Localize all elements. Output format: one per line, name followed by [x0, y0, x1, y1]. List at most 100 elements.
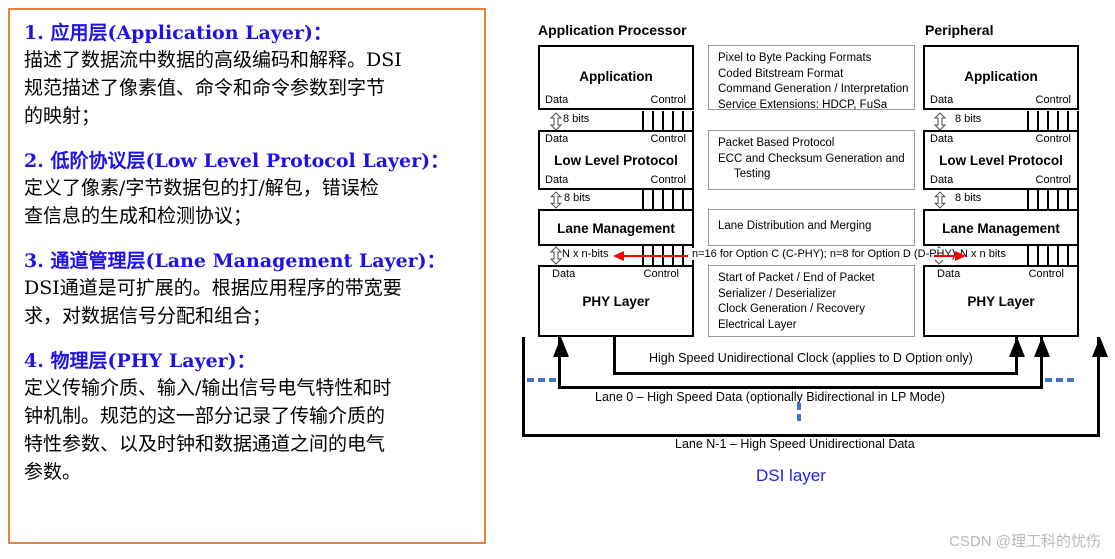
desc-line: Coded Bitstream Format — [718, 67, 844, 80]
control-bus-hatch — [1027, 190, 1079, 210]
layer-description-block-3: 3. 通道管理层(Lane Management Layer)： DSI通道是可… — [24, 248, 472, 330]
per-box-lane-management-title: Lane Management — [942, 221, 1060, 236]
dashed-hint-vertical — [797, 403, 801, 429]
bidirectional-arrow-icon — [934, 191, 946, 209]
control-bus-hatch — [642, 111, 694, 131]
pin-data-label: Data — [545, 133, 569, 145]
bidirectional-arrow-icon — [933, 112, 947, 131]
desc-line: Testing — [734, 168, 771, 180]
bottom-lane-label-laneN: Lane N-1 – High Speed Unidirectional Dat… — [675, 437, 915, 451]
pin-data-label: Data — [930, 94, 954, 106]
clock-wire-vertical-left — [613, 337, 616, 375]
layer-body-line: 特性参数、以及时钟和数据通道之间的电气 — [24, 433, 386, 455]
control-bus-hatch — [642, 190, 694, 210]
lane0-arrowhead-right-icon — [1034, 337, 1050, 357]
per-box-low-level-protocol: Data Control Low Level Protocol Data Con… — [923, 130, 1079, 190]
layer-body-line: 定义传输介质、输入/输出信号电气特性和时 — [24, 377, 392, 399]
clock-arrowhead-icon — [1009, 337, 1025, 357]
ap-box-phy-layer-title: PHY Layer — [582, 294, 650, 309]
connector-label-8bits-left-2: 8 bits — [564, 192, 591, 204]
layer-description-block-2: 2. 低阶协议层(Low Level Protocol Layer)： 定义了像… — [24, 148, 472, 230]
dsi-layer-diagram: Application Processor Peripheral Applica… — [500, 0, 1115, 559]
desc-box-low-level-protocol: Packet Based Protocol ECC and Checksum G… — [708, 130, 915, 190]
connector-label-8bits-right-2: 8 bits — [955, 192, 982, 204]
desc-line: Clock Generation / Recovery — [718, 303, 866, 315]
ap-box-low-level-protocol: Data Control Low Level Protocol Data Con… — [538, 130, 694, 190]
layer-body-line: 查信息的生成和检测协议； — [24, 205, 253, 227]
per-box-phy-layer-title: PHY Layer — [967, 294, 1035, 309]
layer-heading-3: 3. 通道管理层(Lane Management Layer)： — [24, 250, 446, 272]
layer-body-line: 描述了数据流中数据的高级编码和解释。DSI — [24, 49, 402, 71]
layer-heading-1: 1. 应用层(Application Layer)： — [24, 22, 332, 44]
desc-line: Packet Based Protocol — [718, 137, 835, 149]
desc-line: Command Generation / Interpretation — [718, 83, 909, 95]
layer-description-block-1: 1. 应用层(Application Layer)： 描述了数据流中数据的高级编… — [24, 20, 472, 130]
pin-control-label: Control — [650, 174, 686, 186]
ap-box-low-level-protocol-title: Low Level Protocol — [554, 153, 678, 168]
lane0-arrowhead-left-icon — [553, 337, 569, 357]
per-box-lane-management: Lane Management — [923, 209, 1079, 246]
dashed-hint-left — [527, 378, 562, 382]
control-bus-hatch — [1027, 246, 1079, 265]
pin-control-label: Control — [1035, 133, 1071, 145]
layer-body-line: 的映射； — [24, 105, 101, 127]
pin-control-label: Control — [650, 133, 686, 145]
pin-data-label: Data — [545, 94, 569, 106]
left-description-panel: 1. 应用层(Application Layer)： 描述了数据流中数据的高级编… — [8, 8, 486, 544]
layer-heading-4: 4. 物理层(PHY Layer)： — [24, 350, 256, 372]
column-title-application-processor: Application Processor — [538, 22, 687, 38]
laneN-wire-vertical-left — [522, 337, 525, 437]
ap-box-lane-management-title: Lane Management — [557, 221, 675, 236]
column-title-peripheral: Peripheral — [925, 22, 994, 38]
desc-line: Service Extensions: HDCP, FuSa — [718, 98, 888, 111]
control-bus-hatch — [1027, 111, 1079, 131]
connector-label-8bits-left-1: 8 bits — [563, 113, 590, 125]
desc-line: Lane Distribution and Merging — [718, 220, 872, 232]
pin-data-label: Data — [545, 174, 569, 186]
option-note-label: n=16 for Option C (C-PHY); n=8 for Optio… — [688, 248, 960, 260]
option-note-arrow-right-icon — [934, 251, 966, 261]
layer-body-line: DSI通道是可扩展的。根据应用程序的带宽要 — [24, 277, 402, 299]
pin-data-label: Data — [552, 268, 576, 280]
connector-label-8bits-right-1: 8 bits — [955, 113, 982, 125]
layer-body-line: 规范描述了像素值、命令和命令参数到字节 — [24, 77, 386, 99]
desc-line: Electrical Layer — [718, 318, 797, 331]
desc-line: Serializer / Deserializer — [718, 287, 837, 300]
layer-body-line: 参数。 — [24, 461, 82, 483]
ap-box-application-title: Application — [579, 69, 653, 84]
ap-box-phy-layer: Data Control PHY Layer — [538, 265, 694, 337]
clock-wire-horizontal — [613, 372, 1018, 375]
layer-description-block-4: 4. 物理层(PHY Layer)： 定义传输介质、输入/输出信号电气特性和时 … — [24, 348, 472, 486]
pin-data-label: Data — [930, 133, 954, 145]
pin-control-label: Control — [1035, 94, 1071, 106]
pin-data-label: Data — [930, 174, 954, 186]
desc-box-lane-management: Lane Distribution and Merging — [708, 209, 915, 246]
desc-line: Pixel to Byte Packing Formats — [718, 52, 872, 64]
ap-box-application: Application Data Control — [538, 45, 694, 110]
layer-body-line: 定义了像素/字节数据包的打/解包，错误检 — [24, 177, 379, 199]
diagram-caption: DSI layer — [756, 466, 826, 485]
bidirectional-arrow-icon — [549, 112, 563, 131]
connector-label-nxn-left: N x n-bits — [562, 248, 609, 260]
pin-control-label: Control — [1035, 174, 1071, 186]
desc-line: Start of Packet / End of Packet — [718, 272, 875, 284]
pin-data-label: Data — [937, 268, 961, 280]
per-box-low-level-protocol-title: Low Level Protocol — [939, 153, 1063, 168]
lane0-wire-horizontal — [558, 386, 1043, 389]
per-box-application-title: Application — [964, 69, 1038, 84]
pin-control-label: Control — [643, 268, 679, 280]
ap-box-lane-management: Lane Management — [538, 209, 694, 246]
pin-control-label: Control — [650, 94, 686, 106]
desc-box-phy-layer: Start of Packet / End of Packet Serializ… — [708, 265, 915, 337]
dashed-hint-right — [1045, 378, 1093, 382]
bottom-lane-label-clock: High Speed Unidirectional Clock (applies… — [645, 351, 977, 365]
layer-heading-2: 2. 低阶协议层(Low Level Protocol Layer)： — [24, 150, 450, 172]
layer-body-line: 钟机制。规范的这一部分记录了传输介质的 — [24, 405, 386, 427]
per-box-phy-layer: Data Control PHY Layer — [923, 265, 1079, 337]
watermark-text: CSDN @理工科的忧伤 — [949, 533, 1101, 550]
desc-line: ECC and Checksum Generation and — [718, 152, 905, 165]
pin-control-label: Control — [1028, 268, 1064, 280]
desc-box-application: Pixel to Byte Packing Formats Coded Bits… — [708, 45, 915, 111]
bidirectional-arrow-icon — [550, 191, 562, 209]
per-box-application: Application Data Control — [923, 45, 1079, 110]
